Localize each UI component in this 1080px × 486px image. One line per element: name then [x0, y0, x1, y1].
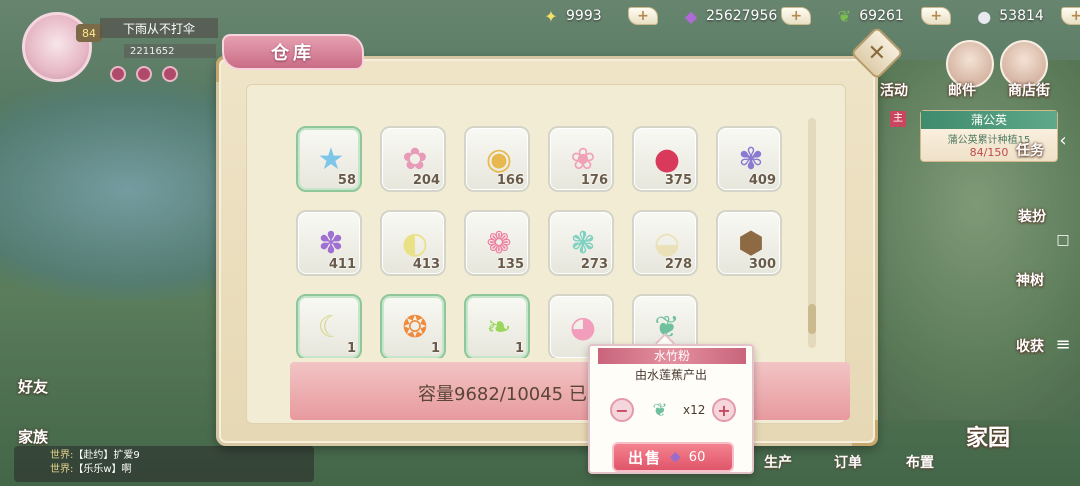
sell-price: 60 [688, 449, 706, 465]
chat-line: 世界:【乐乐w】啊 [50, 464, 132, 475]
order-button[interactable]: 订单 [834, 452, 862, 472]
item-slot[interactable]: ❁ 135 [464, 210, 530, 276]
item-slot[interactable]: ❀ 176 [548, 126, 614, 192]
layout-button[interactable]: 布置 [906, 452, 934, 472]
item-count: 204 [412, 173, 440, 188]
currency-value: 69261 [859, 8, 904, 24]
quest-badge: 主 [890, 111, 906, 127]
player-name: 下雨从不打伞 [100, 18, 218, 38]
add-currency-button[interactable]: + [921, 7, 952, 25]
item-count: 278 [664, 257, 692, 272]
currency-item: ✦ 9993 + [540, 5, 658, 27]
add-currency-button[interactable]: + [781, 7, 812, 25]
chat-line: 世界:【赴约】扩爱9 [50, 450, 140, 461]
item-count: 1 [346, 341, 356, 356]
increase-button[interactable]: + [712, 398, 736, 422]
item-slot[interactable]: ❧ 1 [464, 294, 530, 358]
item-count: 411 [328, 257, 356, 272]
tooltip-item-name: 水竹粉 [598, 348, 746, 364]
item-count: 166 [496, 173, 524, 188]
item-slot[interactable]: ✽ 411 [296, 210, 362, 276]
player-panel[interactable]: 84 下雨从不打伞 2211652 [14, 6, 224, 86]
back-icon[interactable]: ‹ [1054, 130, 1072, 151]
friends-button[interactable]: 好友 [18, 376, 48, 397]
side-menu [940, 40, 1050, 480]
produce-button[interactable]: 生产 [764, 452, 792, 472]
frame-corner [852, 420, 878, 446]
avatar[interactable] [22, 12, 92, 82]
item-count: 135 [496, 257, 524, 272]
gem-icon: ◆ [670, 449, 681, 465]
item-slot[interactable]: ✿ 204 [380, 126, 446, 192]
item-slot[interactable]: ⬢ 300 [716, 210, 782, 276]
item-slot[interactable]: ☾ 1 [296, 294, 362, 358]
shop-street-button[interactable]: 商店街 [1008, 80, 1050, 100]
item-count: 413 [412, 257, 440, 272]
green-leaf-powder-icon: ❦ [652, 399, 668, 421]
item-slot[interactable]: ◐ 413 [380, 210, 446, 276]
player-id: 2211652 [124, 44, 216, 58]
item-count: 176 [580, 173, 608, 188]
sacred-tree-button[interactable]: 神树 [1016, 270, 1044, 290]
chat-box[interactable]: 世界:【赴约】扩爱9 世界:【乐乐w】啊 [14, 446, 314, 482]
quest-title: 蒲公英 [921, 111, 1057, 129]
sell-button[interactable]: 出售 ◆ 60 [612, 442, 734, 472]
item-count: 58 [337, 173, 356, 188]
item-count: 1 [514, 341, 524, 356]
item-count: 409 [748, 173, 776, 188]
currency-item: ◆ 25627956 + [680, 5, 812, 27]
item-slot[interactable]: ❃ 273 [548, 210, 614, 276]
home-icon[interactable]: □ [1054, 232, 1072, 248]
rice-icon: ● [977, 6, 992, 26]
status-dots [110, 66, 178, 82]
item-slot[interactable]: ◉ 166 [464, 126, 530, 192]
item-count: 375 [664, 173, 692, 188]
currency-value: 9993 [566, 8, 602, 24]
item-grid: ★ 58 ✿ 204 ◉ 166 ❀ 176 ● 375 ✾ 409 ✽ 411 ◐ 413 ❁ 135 ❃ 273 ◒… [288, 104, 808, 358]
system-nav: ‹ □ ≡ [1048, 0, 1080, 486]
item-slot[interactable]: ✾ 409 [716, 126, 782, 192]
mail-button[interactable]: 邮件 [948, 80, 976, 100]
tooltip-quantity: x12 [683, 403, 706, 417]
star-icon: ✦ [544, 6, 558, 26]
decrease-button[interactable]: − [610, 398, 634, 422]
family-button[interactable]: 家族 [18, 426, 48, 447]
tooltip-description: 由水莲蕉产出 [634, 368, 707, 382]
item-count: 273 [580, 257, 608, 272]
leaf-icon: ❦ [837, 6, 851, 26]
home-button[interactable]: 家园 [966, 420, 1010, 452]
warehouse-title: 仓库 [222, 34, 364, 70]
item-slot[interactable]: ❂ 1 [380, 294, 446, 358]
item-slot[interactable]: ◒ 278 [632, 210, 698, 276]
gem-icon: ◆ [684, 6, 698, 26]
currency-value: 25627956 [706, 8, 778, 24]
sell-label: 出售 [628, 448, 663, 467]
item-count: 1 [430, 341, 440, 356]
currency-bar: ✦ 9993 + ◆ 25627956 + ❦ 69261 + ● 53814 + [540, 4, 1080, 28]
menu-icon[interactable]: ≡ [1054, 334, 1072, 355]
scroll-thumb[interactable] [808, 304, 816, 334]
task-button[interactable]: 任务 [1016, 140, 1044, 160]
item-slot[interactable]: ● 375 [632, 126, 698, 192]
add-currency-button[interactable]: + [628, 7, 658, 25]
item-count: 300 [748, 257, 776, 272]
dress-up-button[interactable]: 装扮 [1018, 206, 1046, 226]
scrollbar[interactable] [808, 118, 816, 348]
activity-button[interactable]: 活动 [880, 80, 908, 100]
capacity-text: 容量9682/10045 已 [418, 384, 587, 405]
item-slot[interactable]: ★ 58 [296, 126, 362, 192]
close-icon: ✕ [867, 40, 887, 66]
harvest-button[interactable]: 收获 [1016, 336, 1044, 356]
player-level: 84 [76, 24, 102, 42]
currency-item: ❦ 69261 + [833, 5, 952, 27]
